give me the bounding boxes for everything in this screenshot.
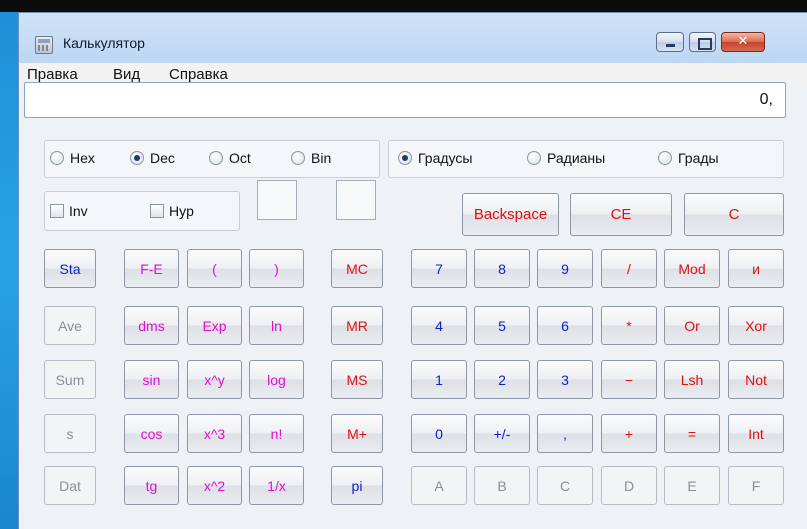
checkbox-label: Inv <box>69 203 88 219</box>
menu-help[interactable]: Справка <box>169 66 228 83</box>
base-option-dec[interactable]: Dec <box>130 150 175 166</box>
func-close-paren-button[interactable]: ) <box>249 249 304 288</box>
radio-unchecked-icon[interactable] <box>209 151 223 165</box>
key-not-button[interactable]: Not <box>728 360 784 399</box>
mc-button[interactable]: MC <box>331 249 383 288</box>
func-tg-button[interactable]: tg <box>124 466 179 505</box>
key-2-button[interactable]: 2 <box>474 360 530 399</box>
func-f-e-button[interactable]: F-E <box>124 249 179 288</box>
func-dms-button[interactable]: dms <box>124 306 179 345</box>
checkbox-label: Hyp <box>169 203 194 219</box>
key-1-button[interactable]: 1 <box>411 360 467 399</box>
pi-button[interactable]: pi <box>331 466 383 505</box>
inv-checkbox[interactable]: Inv <box>50 203 88 219</box>
key-mod-button[interactable]: Mod <box>664 249 720 288</box>
key-5-button[interactable]: 5 <box>474 306 530 345</box>
checkbox-icon[interactable] <box>150 204 164 218</box>
base-option-label: Dec <box>150 150 175 166</box>
radio-unchecked-icon[interactable] <box>50 151 64 165</box>
key-b-button: B <box>474 466 530 505</box>
angle-option-label: Радианы <box>547 150 606 166</box>
key-and-button[interactable]: и <box>728 249 784 288</box>
close-icon: ✕ <box>737 34 749 49</box>
key-3-button[interactable]: 3 <box>537 360 593 399</box>
checkbox-icon[interactable] <box>50 204 64 218</box>
memory-indicator <box>257 180 297 220</box>
memory-add-button[interactable]: M+ <box>331 414 383 453</box>
angle-option-0[interactable]: Градусы <box>398 150 472 166</box>
base-option-label: Hex <box>70 150 95 166</box>
func-sin-button[interactable]: sin <box>124 360 179 399</box>
key-c-button: C <box>537 466 593 505</box>
radio-unchecked-icon[interactable] <box>291 151 305 165</box>
key-7-button[interactable]: 7 <box>411 249 467 288</box>
func-cos-button[interactable]: cos <box>124 414 179 453</box>
key-minus-button[interactable]: − <box>601 360 657 399</box>
func-log-button[interactable]: log <box>249 360 304 399</box>
menu-view[interactable]: Вид <box>113 66 140 83</box>
key-negate-button[interactable]: +/- <box>474 414 530 453</box>
func-factorial-button[interactable]: n! <box>249 414 304 453</box>
func-exp-button[interactable]: Exp <box>187 306 242 345</box>
func-reciprocal-button[interactable]: 1/x <box>249 466 304 505</box>
base-option-label: Oct <box>229 150 251 166</box>
func-open-paren-button[interactable]: ( <box>187 249 242 288</box>
key-xor-button[interactable]: Xor <box>728 306 784 345</box>
base-option-bin[interactable]: Bin <box>291 150 331 166</box>
menu-edit[interactable]: Правка <box>27 66 78 83</box>
angle-option-1[interactable]: Радианы <box>527 150 605 166</box>
base-option-label: Bin <box>311 150 332 166</box>
maximize-button[interactable] <box>689 32 716 52</box>
radio-unchecked-icon[interactable] <box>527 151 541 165</box>
window-title: Калькулятор <box>63 35 145 51</box>
mr-button[interactable]: MR <box>331 306 383 345</box>
key-a-button: A <box>411 466 467 505</box>
func-power-button[interactable]: x^y <box>187 360 242 399</box>
radio-checked-icon[interactable] <box>130 151 144 165</box>
stat-s-button: s <box>44 414 96 453</box>
minimize-button[interactable] <box>656 32 684 52</box>
key-6-button[interactable]: 6 <box>537 306 593 345</box>
title-bar[interactable]: Калькулятор ✕ <box>19 13 807 63</box>
key-plus-button[interactable]: + <box>601 414 657 453</box>
key-e-button: E <box>664 466 720 505</box>
stat-ave-button: Ave <box>44 306 96 345</box>
func-square-button[interactable]: x^2 <box>187 466 242 505</box>
angle-option-2[interactable]: Грады <box>658 150 719 166</box>
key-f-button: F <box>728 466 784 505</box>
desktop-top-strip <box>0 0 807 12</box>
key-9-button[interactable]: 9 <box>537 249 593 288</box>
key-lsh-button[interactable]: Lsh <box>664 360 720 399</box>
key-equals-button[interactable]: = <box>664 414 720 453</box>
func-cube-button[interactable]: x^3 <box>187 414 242 453</box>
key-0-button[interactable]: 0 <box>411 414 467 453</box>
parenthesis-indicator <box>336 180 376 220</box>
key-int-button[interactable]: Int <box>728 414 784 453</box>
radio-checked-icon[interactable] <box>398 151 412 165</box>
ms-button[interactable]: MS <box>331 360 383 399</box>
radio-unchecked-icon[interactable] <box>658 151 672 165</box>
key-4-button[interactable]: 4 <box>411 306 467 345</box>
key-multiply-button[interactable]: * <box>601 306 657 345</box>
base-option-hex[interactable]: Hex <box>50 150 95 166</box>
calculator-icon <box>35 36 53 54</box>
key-decimal-button[interactable]: , <box>537 414 593 453</box>
angle-option-label: Грады <box>678 150 719 166</box>
ce-button[interactable]: CE <box>570 193 672 236</box>
key-d-button: D <box>601 466 657 505</box>
key-8-button[interactable]: 8 <box>474 249 530 288</box>
c-button[interactable]: C <box>684 193 784 236</box>
key-divide-button[interactable]: / <box>601 249 657 288</box>
angle-option-label: Градусы <box>418 150 473 166</box>
stat-sum-button: Sum <box>44 360 96 399</box>
result-display[interactable]: 0, <box>24 82 786 118</box>
base-option-oct[interactable]: Oct <box>209 150 251 166</box>
close-button[interactable]: ✕ <box>721 32 765 52</box>
hyp-checkbox[interactable]: Hyp <box>150 203 194 219</box>
key-or-button[interactable]: Or <box>664 306 720 345</box>
stat-sta-button[interactable]: Sta <box>44 249 96 288</box>
backspace-button[interactable]: Backspace <box>462 193 559 236</box>
stat-dat-button: Dat <box>44 466 96 505</box>
func-ln-button[interactable]: ln <box>249 306 304 345</box>
